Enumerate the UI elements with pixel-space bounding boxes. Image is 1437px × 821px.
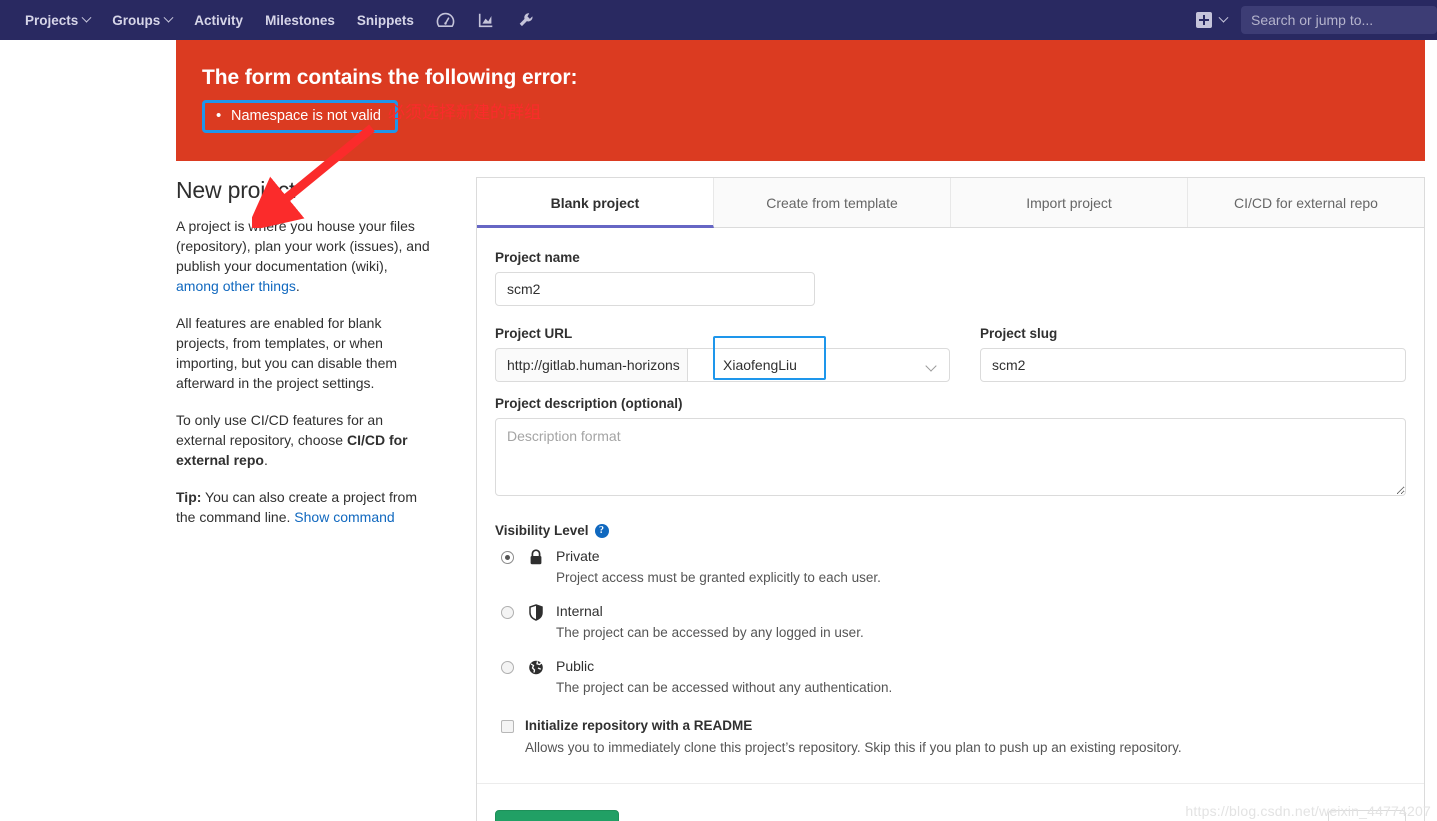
url-and-slug-row: Project URL http://gitlab.human-horizons… bbox=[495, 326, 1406, 382]
visibility-option-internal[interactable]: Internal The project can be accessed by … bbox=[495, 603, 1406, 642]
search-input[interactable]: Search or jump to... bbox=[1241, 6, 1437, 34]
nav-item-groups-label: Groups bbox=[112, 12, 161, 28]
show-command-link[interactable]: Show command bbox=[294, 509, 394, 525]
desc-1-text-a: A project is where you house your files … bbox=[176, 218, 430, 274]
project-slug-label: Project slug bbox=[980, 326, 1058, 341]
navbar-right-group: Search or jump to... bbox=[1190, 0, 1437, 40]
readme-text-block: Initialize repository with a README Allo… bbox=[525, 717, 1182, 757]
nav-item-milestones[interactable]: Milestones bbox=[254, 0, 346, 40]
among-other-things-link[interactable]: among other things bbox=[176, 278, 296, 294]
blank-project-form: Project name Project URL http://gitlab.h… bbox=[477, 228, 1424, 757]
speedometer-icon-button[interactable] bbox=[425, 0, 466, 40]
visibility-option-public[interactable]: Public The project can be accessed witho… bbox=[495, 658, 1406, 697]
project-slug-input[interactable] bbox=[980, 348, 1406, 382]
desc-3-text-b: . bbox=[263, 452, 268, 468]
cancel-button[interactable]: Cancel bbox=[1328, 810, 1406, 821]
visibility-level-heading: Visibility Level ? bbox=[495, 523, 1406, 538]
form-error-banner: The form contains the following error: N… bbox=[176, 40, 1425, 161]
chevron-down-icon bbox=[1218, 12, 1229, 23]
readme-description: Allows you to immediately clone this pro… bbox=[525, 740, 1182, 755]
namespace-selected-value: XiaofengLiu bbox=[723, 357, 797, 373]
nav-item-snippets[interactable]: Snippets bbox=[346, 0, 425, 40]
readme-label: Initialize repository with a README bbox=[525, 718, 753, 733]
description-paragraph-2: All features are enabled for blank proje… bbox=[176, 315, 398, 391]
desc-1-text-b: . bbox=[295, 278, 300, 294]
chevron-down-icon bbox=[163, 12, 174, 23]
description-paragraph-4: Tip: You can also create a project from … bbox=[176, 487, 434, 527]
chart-icon-button[interactable] bbox=[466, 0, 506, 40]
visibility-option-private[interactable]: Private Project access must be granted e… bbox=[495, 548, 1406, 587]
question-mark-icon[interactable]: ? bbox=[594, 523, 609, 538]
nav-item-projects-label: Projects bbox=[25, 12, 79, 28]
project-name-label: Project name bbox=[495, 250, 580, 265]
new-project-description-panel: New project A project is where you house… bbox=[176, 177, 476, 821]
speedometer-icon bbox=[436, 11, 455, 30]
wrench-icon-button[interactable] bbox=[506, 0, 546, 40]
page-title: New project bbox=[176, 177, 296, 203]
new-item-button[interactable] bbox=[1190, 12, 1233, 28]
project-description-label: Project description (optional) bbox=[495, 396, 683, 411]
visibility-public-text: Public The project can be accessed witho… bbox=[556, 658, 1406, 697]
nav-item-groups[interactable]: Groups bbox=[101, 0, 183, 40]
tab-create-from-template[interactable]: Create from template bbox=[714, 178, 951, 227]
project-description-textarea[interactable] bbox=[495, 418, 1406, 496]
wrench-icon bbox=[517, 11, 535, 29]
nav-item-activity[interactable]: Activity bbox=[183, 0, 254, 40]
visibility-level-label: Visibility Level bbox=[495, 523, 589, 538]
project-url-group: Project URL http://gitlab.human-horizons… bbox=[495, 326, 950, 382]
chevron-down-icon bbox=[925, 360, 937, 372]
shield-icon bbox=[528, 604, 546, 626]
radio-private[interactable] bbox=[501, 551, 514, 564]
project-name-group: Project name bbox=[495, 250, 815, 306]
lock-icon bbox=[528, 549, 546, 571]
description-paragraph-3: To only use CI/CD features for an extern… bbox=[176, 410, 434, 470]
visibility-internal-name: Internal bbox=[556, 603, 603, 619]
globe-icon bbox=[528, 659, 546, 681]
new-project-form-panel: Blank project Create from template Impor… bbox=[476, 177, 1425, 821]
visibility-private-text: Private Project access must be granted e… bbox=[556, 548, 1406, 587]
tab-cicd-external-repo[interactable]: CI/CD for external repo bbox=[1188, 178, 1424, 227]
readme-checkbox[interactable] bbox=[501, 720, 514, 733]
radio-internal[interactable] bbox=[501, 606, 514, 619]
chart-icon bbox=[477, 11, 495, 29]
error-list-item: Namespace is not valid bbox=[202, 100, 398, 133]
radio-public[interactable] bbox=[501, 661, 514, 674]
visibility-private-desc: Project access must be granted explicitl… bbox=[556, 570, 881, 585]
description-paragraph-1: A project is where you house your files … bbox=[176, 216, 434, 296]
plus-square-icon bbox=[1196, 12, 1212, 28]
main-content: New project A project is where you house… bbox=[0, 161, 1437, 821]
navbar-left-group: Projects Groups Activity Milestones Snip… bbox=[0, 0, 546, 40]
tab-import-project[interactable]: Import project bbox=[951, 178, 1188, 227]
project-slug-group: Project slug bbox=[980, 326, 1406, 382]
visibility-public-desc: The project can be accessed without any … bbox=[556, 680, 893, 695]
error-banner-title: The form contains the following error: bbox=[202, 66, 578, 89]
create-project-button[interactable]: Create project bbox=[495, 810, 619, 821]
chevron-down-icon bbox=[81, 12, 92, 23]
initialize-readme-group[interactable]: Initialize repository with a README Allo… bbox=[495, 717, 1406, 757]
visibility-internal-text: Internal The project can be accessed by … bbox=[556, 603, 1406, 642]
visibility-private-name: Private bbox=[556, 548, 600, 564]
project-name-input[interactable] bbox=[495, 272, 815, 306]
nav-item-projects[interactable]: Projects bbox=[14, 0, 101, 40]
visibility-public-name: Public bbox=[556, 658, 595, 674]
project-description-group: Project description (optional) bbox=[495, 396, 1406, 501]
project-type-tabs: Blank project Create from template Impor… bbox=[477, 178, 1424, 228]
project-url-input-group: http://gitlab.human-horizons XiaofengLiu bbox=[495, 336, 950, 382]
form-actions: Create project Cancel bbox=[477, 783, 1424, 821]
tab-blank-project[interactable]: Blank project bbox=[477, 178, 714, 228]
error-list: Namespace is not valid bbox=[202, 96, 398, 133]
top-navbar: Projects Groups Activity Milestones Snip… bbox=[0, 0, 1437, 40]
project-url-label: Project URL bbox=[495, 326, 573, 341]
tip-label: Tip: bbox=[176, 489, 202, 505]
url-prefix-text: http://gitlab.human-horizons bbox=[495, 348, 687, 382]
visibility-internal-desc: The project can be accessed by any logge… bbox=[556, 625, 864, 640]
